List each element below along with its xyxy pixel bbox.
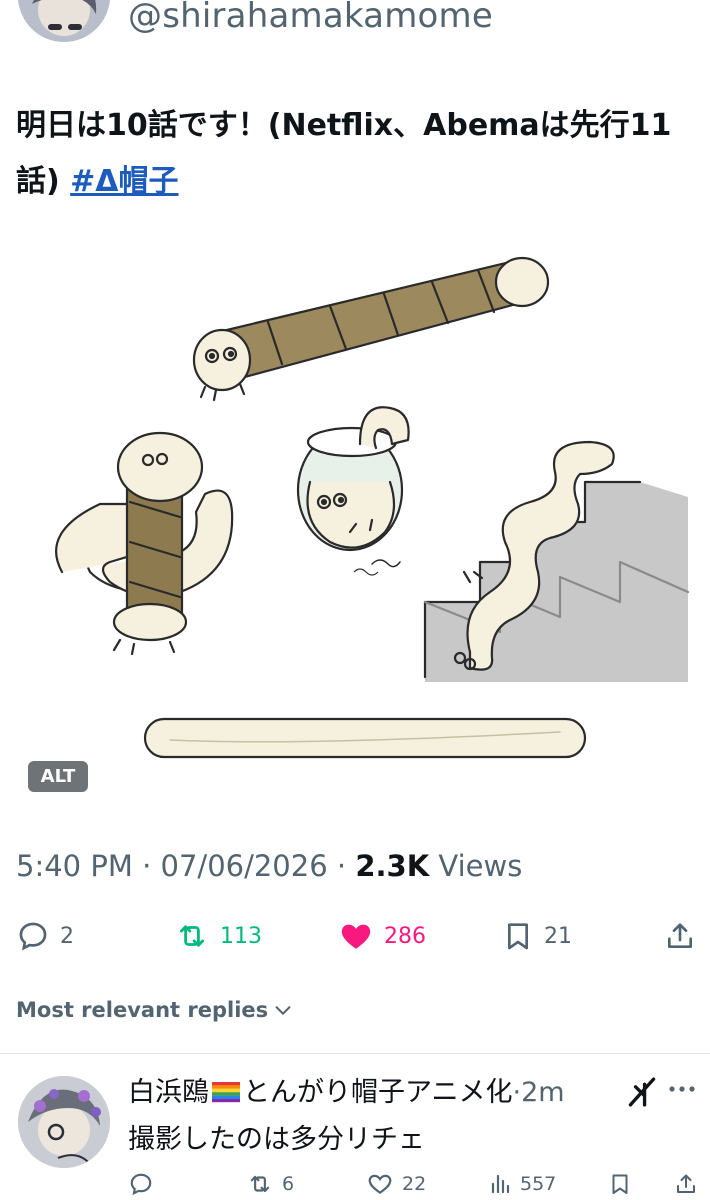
bookmark-button[interactable]: 21 <box>502 912 572 960</box>
heart-filled-icon <box>341 924 371 949</box>
jar-creature <box>296 406 410 568</box>
meta-separator: · <box>336 849 347 883</box>
repost-icon <box>179 925 205 947</box>
reply-bookmark-button[interactable] <box>608 1168 632 1200</box>
stairs-creature <box>423 440 690 682</box>
alt-badge[interactable]: ALT <box>28 761 88 792</box>
like-count: 286 <box>384 923 426 949</box>
repost-count: 113 <box>220 923 262 949</box>
reply-views-count: 557 <box>520 1173 557 1195</box>
reply-author-name-suffix: とんがり帽子アニメ化 <box>243 1077 513 1108</box>
reply-author-line[interactable]: 白浜鴎 とんがり帽子アニメ化·2m <box>128 1070 565 1109</box>
heart-icon <box>368 1174 392 1194</box>
reply-dot: · <box>512 1077 522 1108</box>
share-icon <box>668 923 692 948</box>
reply-button[interactable]: 2 <box>16 912 74 960</box>
views-label: Views <box>438 849 523 883</box>
tweet-text-line1: 明日は10話です！(Netflix、Abemaは先行11 <box>16 108 672 143</box>
views-chart-icon <box>491 1174 510 1194</box>
tweet-meta: 5:40 PM · 07/06/2026 · 2.3K Views <box>16 849 522 883</box>
hashtag-link[interactable]: #Δ帽子 <box>70 164 178 199</box>
like-button[interactable]: 286 <box>338 912 426 960</box>
tweet-media-image[interactable] <box>0 212 710 822</box>
avatar-illustration <box>18 0 110 42</box>
meta-separator: · <box>142 849 152 883</box>
bookmark-count: 21 <box>544 923 572 949</box>
author-avatar[interactable] <box>18 0 110 42</box>
reply-like-count: 22 <box>402 1173 427 1195</box>
tweet-date[interactable]: 07/06/2026 <box>161 849 328 883</box>
grok-icon[interactable] <box>626 1074 658 1110</box>
reply-reply-button[interactable] <box>128 1168 154 1200</box>
tweet-text-line2: 話) <box>16 164 71 199</box>
reply-icon <box>19 922 47 951</box>
reply-icon <box>130 1173 152 1196</box>
tweet-time[interactable]: 5:40 PM <box>16 849 133 883</box>
rainbow-flag-icon <box>212 1082 240 1103</box>
reply-time[interactable]: 2m <box>521 1077 564 1108</box>
views-count: 2.3K <box>355 849 430 883</box>
tweet-text: 明日は10話です！(Netflix、Abemaは先行11 話) #Δ帽子 <box>16 98 706 210</box>
author-handle[interactable]: @shirahamakamome <box>128 0 493 36</box>
divider <box>0 1053 710 1054</box>
bookmark-icon <box>612 1174 628 1194</box>
chevron-down-icon <box>275 1006 291 1015</box>
reply-views-button[interactable]: 557 <box>488 1168 556 1200</box>
share-button[interactable] <box>664 912 696 960</box>
reply-actions: 6 22 557 <box>128 1168 710 1200</box>
reply-like-button[interactable]: 22 <box>366 1168 426 1200</box>
reply-repost-button[interactable]: 6 <box>246 1168 294 1200</box>
replies-sort-label: Most relevant replies <box>16 998 269 1022</box>
share-icon <box>677 1174 695 1193</box>
more-options-icon[interactable] <box>668 1084 696 1094</box>
avatar-illustration <box>18 1076 110 1168</box>
reply-share-button[interactable] <box>674 1168 698 1200</box>
artist-signature <box>353 568 379 576</box>
reply-count: 2 <box>60 923 74 949</box>
tweet-actions: 2 113 286 21 <box>0 912 710 960</box>
bookmark-icon <box>508 923 528 950</box>
tube-creature <box>192 256 550 402</box>
post-creature <box>55 431 234 656</box>
reply-author-name: 白浜鴎 <box>128 1077 209 1108</box>
reply-avatar[interactable] <box>18 1076 110 1168</box>
reply-text: 撮影したのは多分リチェ <box>128 1124 425 1155</box>
long-creature <box>143 717 587 759</box>
repost-button[interactable]: 113 <box>174 912 262 960</box>
reply-repost-count: 6 <box>282 1173 295 1195</box>
repost-icon <box>250 1175 270 1193</box>
replies-sort-dropdown[interactable]: Most relevant replies <box>16 998 294 1022</box>
